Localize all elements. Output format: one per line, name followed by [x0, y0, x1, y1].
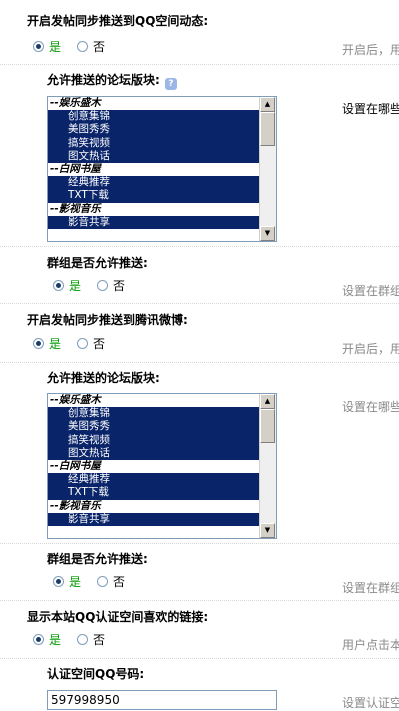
forum-option[interactable]: 图文热话 [48, 446, 260, 460]
weibo-forums-hint: 设置在哪些 [342, 400, 399, 414]
divider [0, 303, 399, 304]
weibo-forums-scrollbar[interactable]: ▲ ▼ [259, 394, 276, 538]
scroll-down-icon[interactable]: ▼ [260, 226, 275, 241]
qzone-sync-hint: 开启后，用 [342, 43, 399, 57]
weibo-group-yes-radio[interactable] [53, 575, 64, 587]
forum-option[interactable]: 经典推荐 [48, 473, 260, 487]
forum-option[interactable]: 搞笑视频 [48, 136, 260, 150]
forum-option[interactable]: 美图秀秀 [48, 123, 260, 137]
forum-option[interactable]: 搞笑视频 [48, 433, 260, 447]
qq-number-input[interactable] [47, 690, 277, 710]
question-icon[interactable]: ? [164, 78, 177, 90]
qq-link-no-radio[interactable] [77, 633, 89, 645]
weibo-sync-title: 开启发帖同步推送到腾讯微博: [27, 313, 188, 327]
scroll-down-icon[interactable]: ▼ [260, 523, 275, 538]
forum-option[interactable]: --娱乐盛木 [48, 97, 260, 111]
forum-option[interactable]: TXT下载 [48, 486, 260, 500]
qq-link-title: 显示本站QQ认证空间喜欢的链接: [27, 610, 209, 624]
qq-link-radio-group: 是 否 [33, 631, 121, 647]
weibo-group-hint: 设置在群组 [342, 581, 399, 595]
qzone-forums-hint: 设置在哪些 [342, 102, 399, 116]
scroll-up-icon[interactable]: ▲ [260, 394, 275, 409]
qzone-forums-listbox[interactable]: --娱乐盛木 创意集锦 美图秀秀 搞笑视频 图文热话 --白网书屋 经典推荐 T… [47, 96, 277, 242]
divider [0, 362, 399, 363]
qzone-sync-no-label[interactable]: 否 [93, 38, 105, 55]
divider [0, 658, 399, 659]
qzone-sync-yes-radio[interactable] [33, 40, 44, 52]
qzone-group-title: 群组是否允许推送: [47, 256, 148, 270]
qzone-forums-title-text: 允许推送的论坛版块: [47, 73, 160, 87]
forum-option[interactable]: 创意集锦 [48, 407, 260, 421]
qq-number-title: 认证空间QQ号码: [47, 667, 145, 681]
divider [0, 543, 399, 544]
weibo-sync-yes-label[interactable]: 是 [49, 335, 61, 352]
qq-link-yes-radio[interactable] [33, 633, 44, 645]
qq-link-yes-label[interactable]: 是 [49, 631, 61, 648]
weibo-forums-title: 允许推送的论坛版块: [47, 371, 160, 385]
forum-option[interactable]: 影音共享 [48, 512, 260, 526]
forum-option[interactable]: 图文热话 [48, 149, 260, 163]
qzone-group-yes-label[interactable]: 是 [69, 277, 81, 294]
weibo-sync-radio-group: 是 否 [33, 335, 121, 351]
weibo-forums-options: --娱乐盛木 创意集锦 美图秀秀 搞笑视频 图文热话 --白网书屋 经典推荐 T… [48, 394, 260, 538]
qzone-group-no-radio[interactable] [97, 279, 109, 291]
qzone-forums-options: --娱乐盛木 创意集锦 美图秀秀 搞笑视频 图文热话 --白网书屋 经典推荐 T… [48, 97, 260, 241]
forum-option[interactable]: --影视音乐 [48, 499, 260, 513]
qzone-sync-radio-group: 是 否 [33, 38, 121, 54]
qq-link-hint: 用户点击本 [342, 638, 399, 652]
qzone-sync-no-radio[interactable] [77, 40, 89, 52]
weibo-group-no-label[interactable]: 否 [113, 573, 125, 590]
qzone-group-yes-radio[interactable] [53, 279, 64, 291]
weibo-group-radio-group: 是 否 [53, 573, 141, 589]
qzone-sync-yes-label[interactable]: 是 [49, 38, 61, 55]
scroll-up-icon[interactable]: ▲ [260, 97, 275, 112]
weibo-sync-no-label[interactable]: 否 [93, 335, 105, 352]
forum-option[interactable]: --白网书屋 [48, 162, 260, 177]
forum-option[interactable]: --白网书屋 [48, 459, 260, 474]
weibo-group-no-radio[interactable] [97, 575, 109, 587]
weibo-forums-listbox[interactable]: --娱乐盛木 创意集锦 美图秀秀 搞笑视频 图文热话 --白网书屋 经典推荐 T… [47, 393, 277, 539]
qzone-sync-title: 开启发帖同步推送到QQ空间动态: [27, 14, 209, 28]
forum-option[interactable]: 经典推荐 [48, 176, 260, 190]
forum-option[interactable]: --娱乐盛木 [48, 394, 260, 408]
forum-option[interactable]: TXT下载 [48, 189, 260, 203]
weibo-sync-yes-radio[interactable] [33, 337, 44, 349]
scroll-thumb[interactable] [260, 112, 275, 146]
weibo-group-yes-label[interactable]: 是 [69, 573, 81, 590]
forum-option[interactable]: 创意集锦 [48, 110, 260, 124]
forum-option[interactable]: 影音共享 [48, 215, 260, 229]
qq-number-hint: 设置认证空 [342, 696, 399, 710]
weibo-group-title: 群组是否允许推送: [47, 552, 148, 566]
qzone-forums-title: 允许推送的论坛版块:? [47, 71, 177, 90]
divider [0, 64, 399, 65]
divider [0, 600, 399, 601]
forum-option[interactable]: --影视音乐 [48, 202, 260, 216]
forum-option[interactable]: 美图秀秀 [48, 420, 260, 434]
qzone-group-no-label[interactable]: 否 [113, 277, 125, 294]
qq-link-no-label[interactable]: 否 [93, 631, 105, 648]
qzone-forums-scrollbar[interactable]: ▲ ▼ [259, 97, 276, 241]
weibo-sync-hint: 开启后，用 [342, 342, 399, 356]
scroll-thumb[interactable] [260, 409, 275, 443]
qzone-group-hint: 设置在群组 [342, 284, 399, 298]
qzone-group-radio-group: 是 否 [53, 277, 141, 293]
divider [0, 246, 399, 247]
weibo-sync-no-radio[interactable] [77, 337, 89, 349]
